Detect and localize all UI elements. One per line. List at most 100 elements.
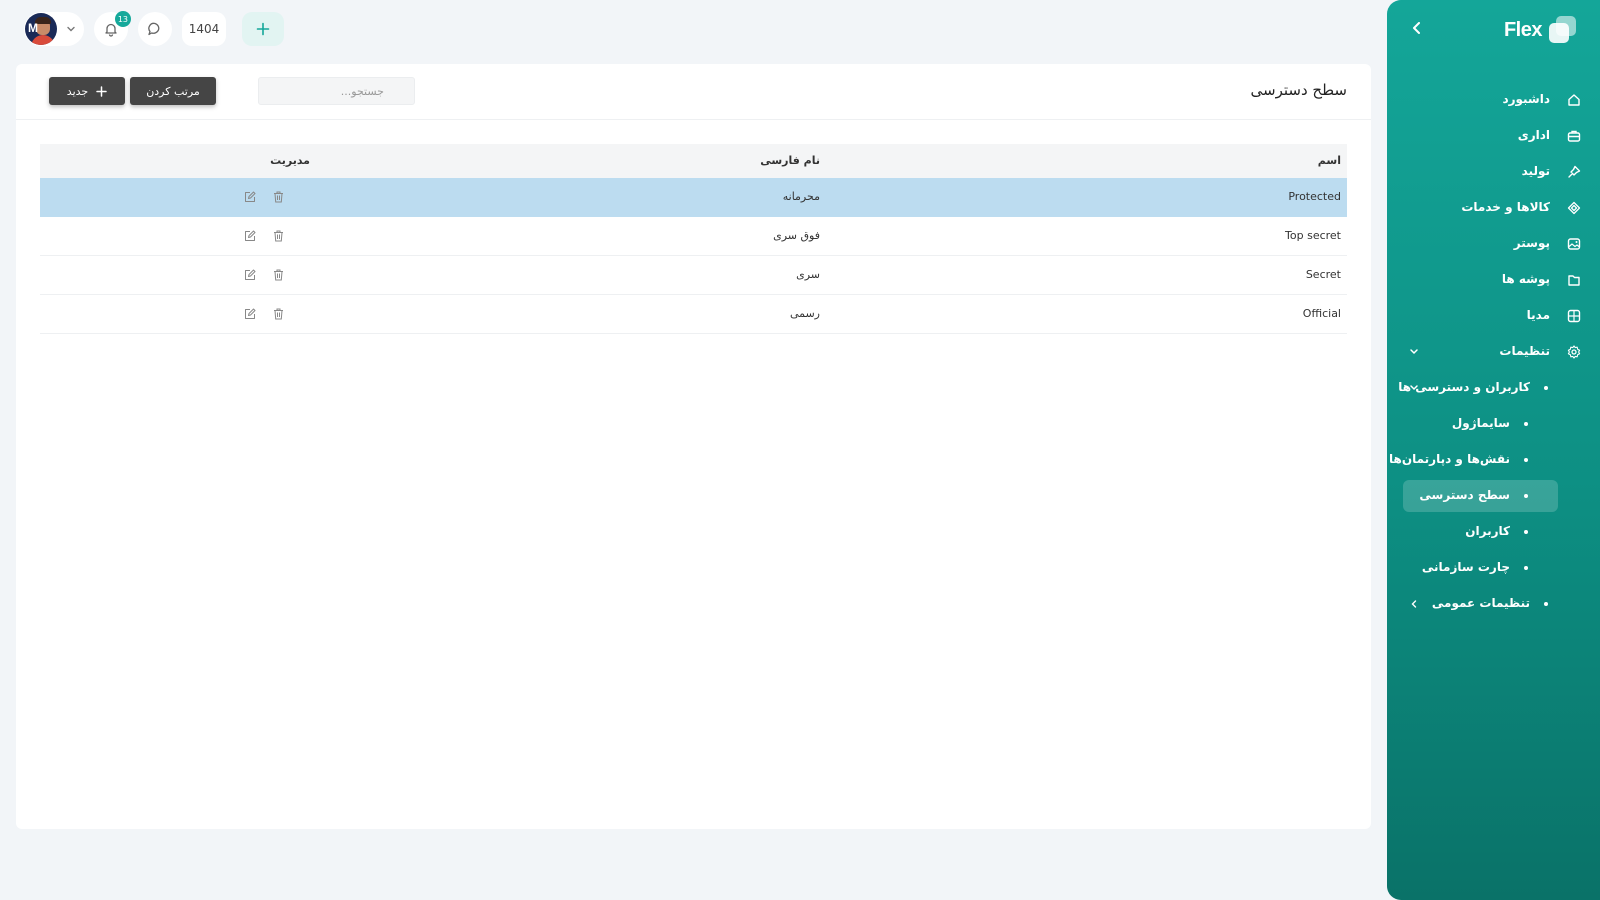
sidebar-item-label: چارت سازمانی [1421,560,1510,574]
table-row[interactable]: Official رسمی [40,295,1347,334]
search-input[interactable] [258,77,415,105]
trash-icon [273,308,283,320]
delete-button[interactable] [271,229,285,243]
folder-icon [1566,272,1582,288]
column-header-persian-name: نام فارسی [760,154,820,167]
sidebar-item-label: تنظیمات عمومی [1431,596,1530,610]
table-row[interactable]: Secret سری [40,256,1347,295]
pin-icon [1566,164,1582,180]
chevron-down-icon [1407,345,1421,359]
sidebar-subitem-module[interactable]: سایماژول [1387,406,1600,442]
bullet-icon [1524,566,1528,570]
sidebar-item-general-settings[interactable]: تنظیمات عمومی [1387,586,1600,622]
sidebar-item-settings[interactable]: تنظیمات [1387,334,1600,370]
sidebar-item-label: تولید [1521,164,1550,178]
home-icon [1566,92,1582,108]
grid-icon [1566,308,1582,324]
bullet-icon [1524,458,1528,462]
sidebar-item-production[interactable]: تولید [1387,154,1600,190]
sidebar-item-label: تنظیمات [1499,344,1550,358]
sort-button[interactable]: مرتب کردن [130,77,216,105]
sidebar-item-label: مدیا [1526,308,1550,322]
sidebar: Flex داشبورد اداری تولید کالاها و خدمات … [1387,0,1600,900]
sidebar-item-users-access[interactable]: کاربران و دسترسی ها [1387,370,1600,406]
bullet-icon [1524,422,1528,426]
card-header: سطح دسترسی مرتب کردن جدید [16,64,1371,120]
sidebar-item-label: سطح دسترسی [1419,488,1510,502]
bullet-icon [1544,602,1548,606]
sidebar-item-label: نقش‌ها و دپارتمان‌ها [1389,452,1510,466]
cell-persian-name: محرمانه [782,190,820,203]
sidebar-item-products[interactable]: کالاها و خدمات [1387,190,1600,226]
topbar: M 13 1404 [24,11,284,46]
table-row[interactable]: Top secret فوق سری [40,217,1347,256]
edit-button[interactable] [243,268,257,282]
edit-icon [245,230,256,241]
cell-persian-name: فوق سری [773,229,820,242]
chevron-down-icon [67,26,75,32]
sidebar-item-dashboard[interactable]: داشبورد [1387,82,1600,118]
trash-icon [273,230,283,242]
new-button-label: جدید [66,84,89,98]
notifications-button[interactable]: 13 [94,11,131,46]
sidebar-subitem-roles[interactable]: نقش‌ها و دپارتمان‌ها [1387,442,1600,478]
main-card: سطح دسترسی مرتب کردن جدید اسم نام فارسی … [16,64,1371,829]
sidebar-item-media[interactable]: مدیا [1387,298,1600,334]
cell-name: Protected [1288,190,1341,203]
trash-icon [273,191,283,203]
notification-count-badge: 13 [114,11,131,27]
delete-button[interactable] [271,190,285,204]
bullet-icon [1524,530,1528,534]
gear-icon [1566,344,1582,360]
edit-icon [245,308,256,319]
new-button[interactable]: جدید [49,77,125,105]
sidebar-item-poster[interactable]: پوستر [1387,226,1600,262]
plus-icon [256,22,270,36]
chevron-left-icon [1407,597,1421,611]
diamond-icon [1566,200,1582,216]
trash-icon [273,269,283,281]
sidebar-subitem-users[interactable]: کاربران [1387,514,1600,550]
plus-icon [96,85,107,97]
column-header-name: اسم [1317,154,1341,167]
brand-logo-icon [1548,16,1576,44]
cell-name: Official [1302,307,1341,320]
chevron-left-icon [1413,22,1420,34]
edit-button[interactable] [243,229,257,243]
cell-persian-name: رسمی [789,307,820,320]
sidebar-item-label: داشبورد [1502,92,1550,106]
quick-add-button[interactable] [242,12,284,46]
sidebar-nav: داشبورد اداری تولید کالاها و خدمات پوستر [1387,82,1600,622]
edit-button[interactable] [243,190,257,204]
year-selector[interactable]: 1404 [182,12,226,46]
edit-button[interactable] [243,307,257,321]
brand[interactable]: Flex [1504,14,1576,46]
chat-icon [148,22,160,36]
sidebar-subitem-org-chart[interactable]: چارت سازمانی [1387,550,1600,586]
sidebar-item-folders[interactable]: پوشه ها [1387,262,1600,298]
sidebar-item-label: پوستر [1513,236,1550,250]
sidebar-item-label: کالاها و خدمات [1461,200,1550,214]
briefcase-icon [1566,128,1582,144]
brand-name: Flex [1503,18,1543,41]
sidebar-item-label: کاربران [1465,524,1510,538]
bullet-icon [1544,386,1548,390]
table-row[interactable]: Protected محرمانه [40,178,1347,217]
sidebar-item-office[interactable]: اداری [1387,118,1600,154]
cell-name: Top secret [1285,229,1341,242]
sidebar-item-label: پوشه ها [1501,272,1550,286]
cell-name: Secret [1305,268,1341,281]
delete-button[interactable] [271,307,285,321]
edit-icon [245,269,256,280]
messages-button[interactable] [138,12,172,46]
user-menu-button[interactable]: M [24,12,84,46]
sidebar-subitem-access-level[interactable]: سطح دسترسی [1387,478,1600,514]
edit-icon [245,191,256,202]
page-title: سطح دسترسی [1250,81,1347,99]
sidebar-collapse-button[interactable] [1407,18,1427,38]
avatar: M [25,13,57,45]
sort-button-label: مرتب کردن [146,84,200,98]
delete-button[interactable] [271,268,285,282]
chevron-down-icon [1407,381,1421,395]
table-header: اسم نام فارسی مدیریت [40,144,1347,178]
